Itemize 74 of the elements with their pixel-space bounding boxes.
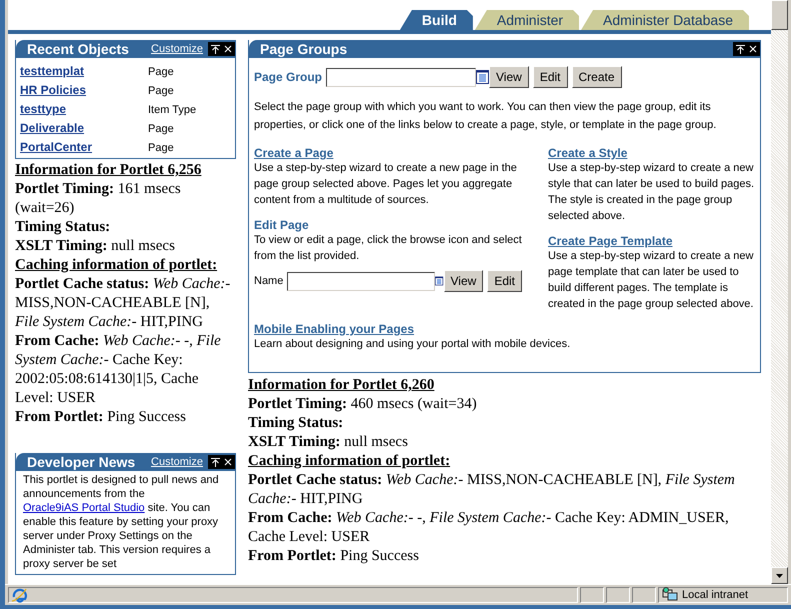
section-title: Edit Page (254, 218, 310, 232)
scroll-thumb[interactable] (771, 0, 788, 30)
info-text: From Cache: Web Cache:- -, File System Cache:- Cache Key: ADMIN_USER, Cache Level: USER (248, 509, 730, 547)
info-text: XSLT Timing: null msecs (15, 237, 176, 256)
portlet-title: Page Groups (260, 41, 348, 57)
action-button[interactable]: Create (572, 66, 622, 88)
info-text: Timing Status: (248, 414, 344, 433)
object-type: Page (148, 142, 174, 154)
object-type: Page (148, 122, 174, 134)
object-link[interactable]: HR Policies (20, 82, 86, 96)
section-text: Learn about designing and using your portal with mobile devices. (254, 337, 572, 352)
info-text: Portlet Timing: 161 msecs (wait=26) (15, 180, 182, 218)
section-link[interactable]: Mobile Enabling your Pages (254, 322, 414, 336)
section-text: To view or edit a page, click the browse icon and select from the list provided. (254, 233, 523, 264)
status-pane (606, 587, 630, 603)
portal-studio-link[interactable]: Oracle9iAS Portal Studio (23, 502, 145, 514)
object-link[interactable]: testtemplat (20, 64, 84, 78)
close-icon[interactable] (224, 45, 232, 53)
status-pane (580, 587, 604, 603)
section-text: Use a step-by-step wizard to create a new style that can later be used to build pages. The style is created in the page group selected above. (548, 161, 755, 224)
scroll-down-button[interactable] (771, 567, 788, 584)
action-button[interactable]: View (444, 270, 484, 292)
object-link[interactable]: Deliverable (20, 120, 84, 134)
portlet-title: Developer News (27, 454, 136, 470)
info-text: Portlet Cache status: Web Cache:- MISS,NON-CACHEABLE [N], File System Cache:- HIT,PING (248, 471, 736, 509)
object-link[interactable]: testtype (20, 102, 66, 116)
action-button[interactable]: View (489, 66, 529, 88)
status-pane (632, 587, 656, 603)
browse-icon[interactable] (476, 70, 490, 84)
name-field[interactable] (287, 272, 436, 290)
object-type: Page (148, 66, 174, 78)
object-type: Item Type (148, 104, 196, 116)
intro-text: Select the page group with which you want to work. You can then view the page group, edit its properties, or click one of the links below to create a page, style, or template in the page group. (254, 100, 718, 133)
info-text: XSLT Timing: null msecs (248, 433, 409, 452)
zone-label: Local intranet (682, 589, 748, 601)
browser-icon[interactable] (11, 587, 27, 603)
info-text: Portlet Cache status: Web Cache:- MISS,NON-CACHEABLE [N], File System Cache:- HIT,PING (15, 275, 232, 332)
section-link[interactable]: Create Page Template (548, 234, 672, 248)
info-text: From Cache: Web Cache:- -, File System Cache:- Cache Key: 2002:05:08:614130|1|5, Cache Level: USER (15, 332, 222, 408)
action-button[interactable]: Edit (532, 66, 568, 88)
customize-link[interactable]: Customize (151, 456, 203, 468)
collapse-icon[interactable] (211, 458, 220, 466)
tab[interactable]: Build (400, 10, 473, 30)
info-text: Timing Status: (15, 218, 112, 237)
close-icon[interactable] (224, 458, 232, 466)
section-link[interactable]: Create a Page (254, 146, 334, 160)
object-link[interactable]: PortalCenter (20, 140, 92, 154)
customize-link[interactable]: Customize (151, 43, 203, 55)
network-icon[interactable] (662, 587, 678, 603)
section-text: Use a step-by-step wizard to create a new page in the page group selected above. Pages let you aggregate content from a multitude of sources. (254, 161, 518, 208)
info-heading: Information for Portlet 6,260 (248, 376, 436, 395)
object-type: Page (148, 84, 174, 96)
action-button[interactable]: Edit (487, 270, 522, 292)
browse-icon[interactable] (435, 274, 444, 288)
section-link[interactable]: Create a Style (548, 146, 628, 160)
close-icon[interactable] (749, 45, 757, 53)
portlet-title: Recent Objects (27, 41, 130, 57)
field-label: Name (254, 275, 284, 287)
collapse-icon[interactable] (736, 44, 745, 54)
field-label: Page Group (254, 70, 322, 84)
news-text: This portlet is designed to pull news and announcements from the Oracle9iAS Portal Studio site. You can enable this feature by setting your proxy server under Proxy Settings on the Administer tab. This version requires a proxy server be set (23, 473, 220, 571)
scrollbar[interactable] (771, 0, 788, 584)
section-text: Use a step-by-step wizard to create a new page template that can later be used to build different pages. The template is created in the page group selected above. (548, 249, 754, 312)
info-text: From Portlet: Ping Success (248, 547, 420, 566)
info-heading: Information for Portlet 6,256 (15, 161, 202, 180)
info-text: From Portlet: Ping Success (15, 408, 187, 427)
tab[interactable]: Administer (474, 10, 580, 30)
caret-icon (776, 574, 783, 578)
info-text: Portlet Timing: 460 msecs (wait=34) (248, 395, 478, 414)
collapse-icon[interactable] (211, 44, 220, 54)
info-heading: Caching information of portlet: (15, 256, 218, 275)
tab[interactable]: Administer Database (581, 10, 749, 30)
page-group-field[interactable] (326, 68, 476, 86)
info-heading: Caching information of portlet: (248, 452, 452, 471)
